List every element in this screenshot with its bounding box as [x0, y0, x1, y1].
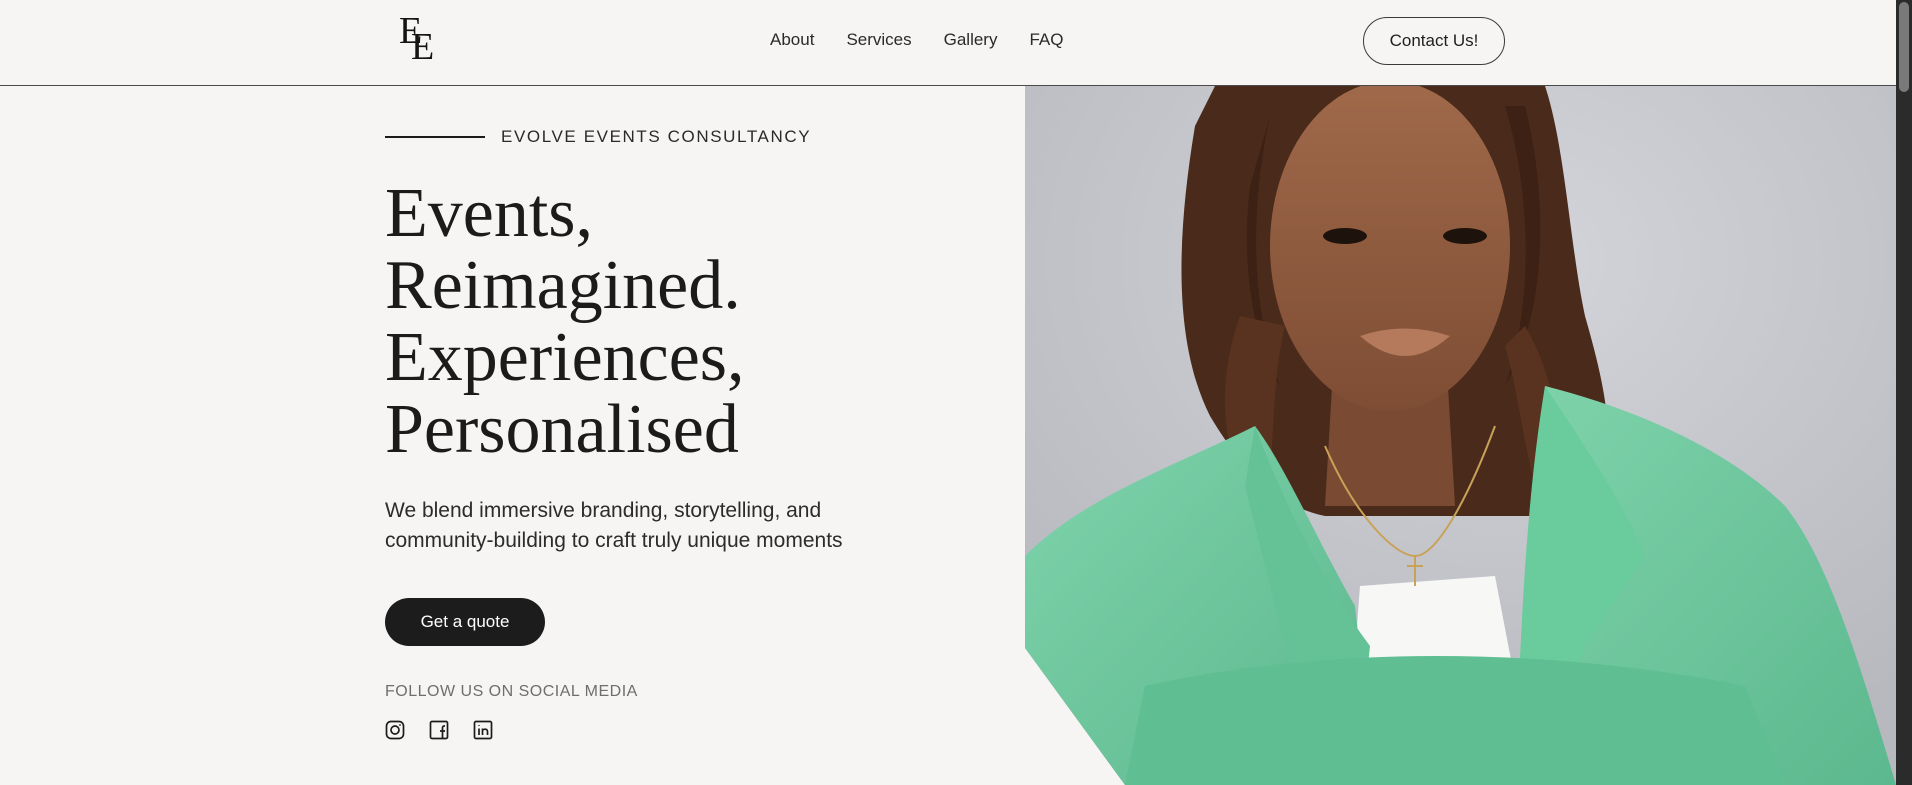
instagram-icon[interactable] [385, 720, 405, 740]
headline-line-4: Personalised [385, 391, 739, 468]
social-links [385, 720, 493, 740]
contact-button[interactable]: Contact Us! [1363, 17, 1505, 65]
nav-gallery[interactable]: Gallery [944, 30, 998, 50]
nav-services[interactable]: Services [846, 30, 911, 50]
hero-headline: Events, Reimagined. Experiences, Persona… [385, 178, 745, 466]
get-quote-button[interactable]: Get a quote [385, 598, 545, 646]
main-nav: About Services Gallery FAQ [770, 30, 1064, 50]
nav-faq[interactable]: FAQ [1029, 30, 1063, 50]
eyebrow: EVOLVE EVENTS CONSULTANCY [385, 127, 811, 147]
page-scrollbar[interactable] [1896, 0, 1912, 785]
eyebrow-divider [385, 136, 485, 138]
follow-label: FOLLOW US ON SOCIAL MEDIA [385, 683, 638, 700]
headline-line-2: Reimagined. [385, 247, 741, 324]
linkedin-icon[interactable] [473, 720, 493, 740]
scrollbar-thumb[interactable] [1899, 2, 1909, 92]
eyebrow-text: EVOLVE EVENTS CONSULTANCY [501, 127, 812, 146]
site-header: E E About Services Gallery FAQ Contact U… [0, 0, 1896, 86]
site-logo[interactable]: E E [399, 12, 439, 68]
nav-about[interactable]: About [770, 30, 814, 50]
logo-letter-2: E [411, 26, 435, 68]
hero-subtext: We blend immersive branding, storytellin… [385, 499, 843, 552]
headline-line-1: Events, [385, 175, 594, 252]
headline-line-3: Experiences, [385, 319, 745, 396]
hero-portrait-image [1025, 86, 1896, 785]
facebook-icon[interactable] [429, 720, 449, 740]
